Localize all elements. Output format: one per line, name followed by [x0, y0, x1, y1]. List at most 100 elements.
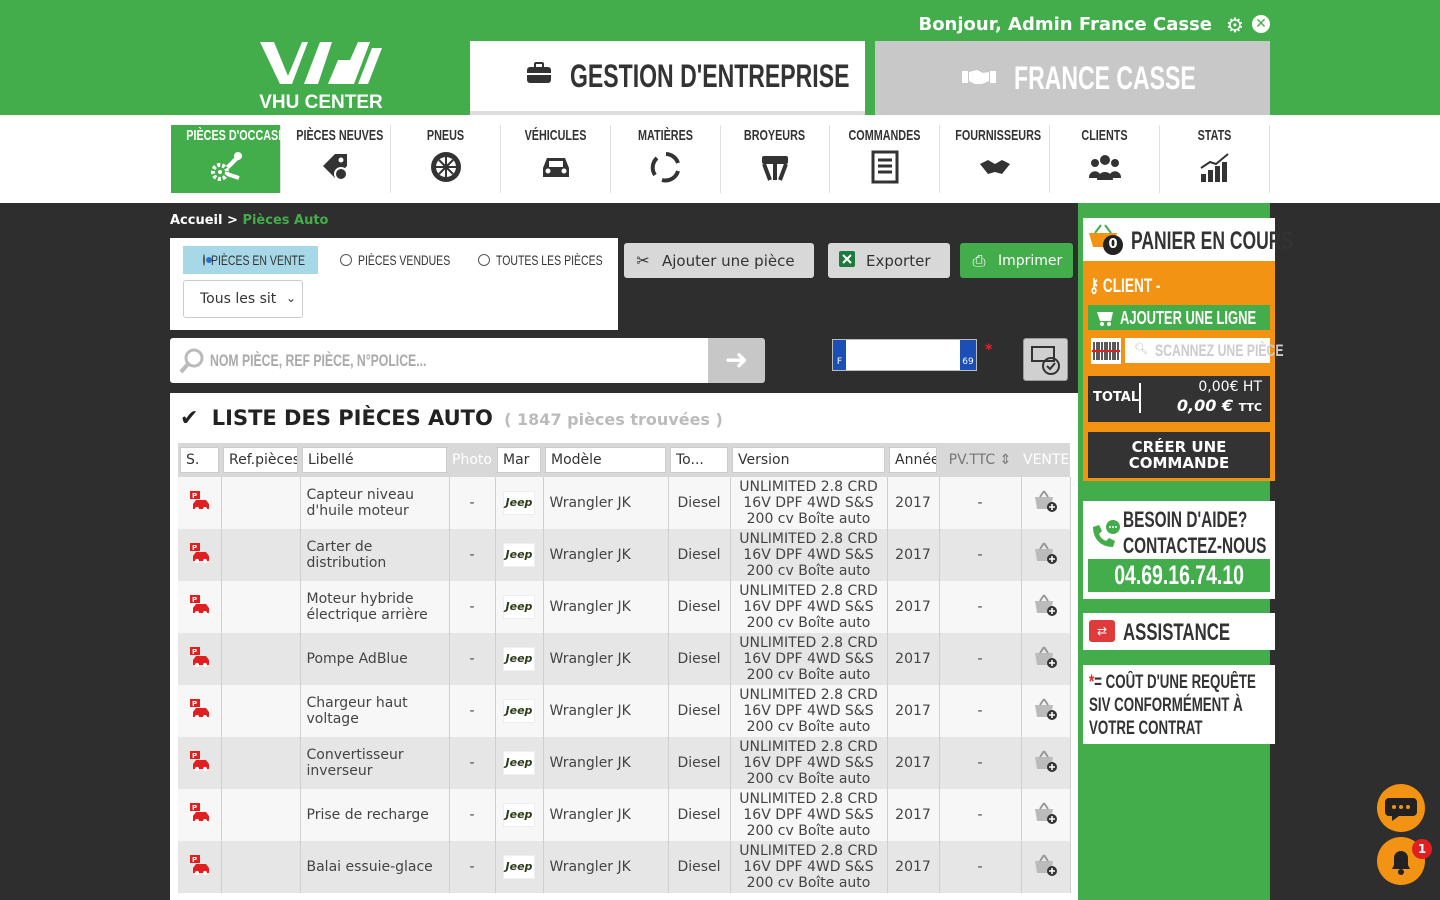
radio-pieces-en-vente[interactable]: PIÈCES EN VENTE: [183, 246, 318, 274]
help-line1: BESOIN D'AIDE?: [1123, 507, 1248, 532]
nav-fournisseurs[interactable]: FOURNISSEURS: [940, 125, 1050, 193]
vente-cell[interactable]: [1021, 477, 1071, 529]
table-row[interactable]: P Pompe AdBlue - Jeep Wrangler JK Diesel UNLIM…: [178, 633, 1071, 685]
logout-close-icon[interactable]: ✕: [1252, 15, 1270, 33]
vente-cell[interactable]: [1021, 841, 1071, 893]
vente-cell[interactable]: [1021, 737, 1071, 789]
tab-casse-label: FRANCE CASSE: [1013, 59, 1196, 96]
status-car-icon: P: [190, 543, 210, 563]
type-cell: Diesel: [668, 685, 731, 737]
table-row[interactable]: P Capteur niveau d'huile moteur - Jeep Wrang…: [178, 477, 1071, 529]
nav-broyeurs[interactable]: BROYEURS: [720, 125, 830, 193]
status-cell[interactable]: P: [178, 581, 222, 633]
filter-panel: PIÈCES EN VENTE PIÈCES VENDUES TOUTES LE…: [170, 238, 618, 330]
tab-gestion-entreprise[interactable]: GESTION D'ENTREPRISE: [470, 41, 865, 115]
pvttc-cell: -: [939, 633, 1022, 685]
search-input[interactable]: NOM PIÈCE, REF PIÈCE, N°POLICE...: [170, 338, 708, 383]
libelle-cell[interactable]: Balai essuie-glace: [300, 841, 450, 893]
vente-cell[interactable]: [1021, 633, 1071, 685]
col-ref[interactable]: Ref.pièces: [221, 443, 300, 477]
scan-piece-input[interactable]: 🔍︎ SCANNEZ UNE PIÈCE: [1125, 338, 1284, 363]
chat-button[interactable]: [1377, 784, 1425, 832]
marque-cell: Jeep: [495, 685, 544, 737]
site-select[interactable]: Tous les sit ⌄: [183, 280, 303, 318]
col-version[interactable]: Version: [730, 443, 887, 477]
libelle-cell[interactable]: Moteur hybride électrique arrière: [300, 581, 450, 633]
cart-count-badge: 0: [1103, 235, 1123, 255]
col-marque[interactable]: Mar: [495, 443, 543, 477]
search-submit-arrow-icon[interactable]: ➜: [708, 338, 765, 383]
col-status[interactable]: S.: [178, 443, 221, 477]
table-row[interactable]: P Balai essuie-glace - Jeep Wrangler JK Diese…: [178, 841, 1071, 893]
photo-cell: -: [449, 685, 496, 737]
vente-cell[interactable]: [1021, 529, 1071, 581]
status-cell[interactable]: P: [178, 529, 222, 581]
nav-clients[interactable]: CLIENTS: [1050, 125, 1160, 193]
tab-france-casse[interactable]: FRANCE CASSE: [875, 41, 1270, 115]
nav-commandes[interactable]: COMMANDES: [830, 125, 940, 193]
plate-lookup-button[interactable]: [1023, 338, 1068, 381]
status-cell[interactable]: P: [178, 841, 222, 893]
chat-bubble-icon: [1385, 798, 1417, 821]
modele-cell: Wrangler JK: [543, 529, 669, 581]
col-type[interactable]: To...: [668, 443, 730, 477]
libelle-cell[interactable]: Chargeur haut voltage: [300, 685, 450, 737]
modele-cell: Wrangler JK: [543, 633, 669, 685]
status-cell[interactable]: P: [178, 477, 222, 529]
table-row[interactable]: P Convertisseur inverseur - Jeep Wrangler JK…: [178, 737, 1071, 789]
nav-label: COMMANDES: [848, 127, 921, 144]
table-row[interactable]: P Moteur hybride électrique arrière - Jeep W…: [178, 581, 1071, 633]
print-button[interactable]: ⎙ Imprimer: [960, 243, 1073, 278]
status-car-icon: P: [190, 647, 210, 667]
jeep-logo: Jeep: [502, 699, 536, 723]
pvttc-cell: -: [939, 841, 1022, 893]
vente-cell[interactable]: [1021, 685, 1071, 737]
nav-vehicules[interactable]: VÉHICULES: [501, 125, 611, 193]
status-cell[interactable]: P: [178, 633, 222, 685]
vhu-center-logo[interactable]: VHU CENTER: [258, 40, 384, 114]
create-order-button[interactable]: CRÉER UNE COMMANDE: [1088, 432, 1270, 478]
nav-matieres[interactable]: MATIÈRES: [611, 125, 721, 193]
vente-cell[interactable]: [1021, 789, 1071, 841]
nav-pieces-occasion[interactable]: PIÈCES D'OCCASION: [171, 125, 297, 193]
nav-stats[interactable]: STATS: [1160, 125, 1270, 193]
nav-pieces-neuves[interactable]: PIÈCES NEUVES: [281, 125, 391, 193]
add-piece-button[interactable]: ✂ Ajouter une pièce: [624, 243, 814, 278]
license-plate-input[interactable]: F 69: [832, 339, 977, 371]
radio-toutes-les-pieces[interactable]: TOUTES LES PIÈCES: [478, 246, 638, 274]
export-button[interactable]: Exporter: [828, 243, 950, 278]
breadcrumb-home[interactable]: Accueil: [170, 213, 222, 228]
ref-cell: [221, 581, 301, 633]
pvttc-cell: -: [939, 477, 1022, 529]
table-row[interactable]: P Prise de recharge - Jeep Wrangler JK Diesel…: [178, 789, 1071, 841]
help-phone[interactable]: 04.69.16.74.10: [1088, 559, 1270, 592]
tire-icon: [430, 152, 461, 182]
add-to-cart-icon: [1034, 594, 1057, 616]
table-row[interactable]: P Carter de distribution - Jeep Wrangler JK D…: [178, 529, 1071, 581]
libelle-cell[interactable]: Convertisseur inverseur: [300, 737, 450, 789]
recycle-icon: [650, 152, 680, 183]
status-cell[interactable]: P: [178, 685, 222, 737]
cart-client[interactable]: ⚷ CLIENT -: [1089, 275, 1161, 298]
pvttc-cell: -: [939, 789, 1022, 841]
pvttc-cell: -: [939, 529, 1022, 581]
table-row[interactable]: P Chargeur haut voltage - Jeep Wrangler JK Di…: [178, 685, 1071, 737]
nav-pneus[interactable]: PNEUS: [391, 125, 501, 193]
assistance-button[interactable]: ⇄ ASSISTANCE: [1083, 613, 1275, 650]
vente-cell[interactable]: [1021, 581, 1071, 633]
status-car-icon: P: [190, 855, 210, 875]
checkmark-icon: ✔: [180, 406, 199, 431]
libelle-cell[interactable]: Prise de recharge: [300, 789, 450, 841]
add-line-button[interactable]: AJOUTER UNE LIGNE: [1088, 305, 1270, 330]
col-pvttc[interactable]: PV.TTC ⇕: [939, 443, 1021, 477]
libelle-cell[interactable]: Capteur niveau d'huile moteur: [300, 477, 450, 529]
col-annee[interactable]: Année: [887, 443, 939, 477]
libelle-cell[interactable]: Carter de distribution: [300, 529, 450, 581]
col-modele[interactable]: Modèle: [543, 443, 668, 477]
radio-pieces-vendues[interactable]: PIÈCES VENDUES: [340, 246, 481, 274]
status-cell[interactable]: P: [178, 737, 222, 789]
status-cell[interactable]: P: [178, 789, 222, 841]
libelle-cell[interactable]: Pompe AdBlue: [300, 633, 450, 685]
settings-gear-icon[interactable]: ⚙: [1226, 13, 1244, 37]
col-libelle[interactable]: Libellé: [300, 443, 449, 477]
